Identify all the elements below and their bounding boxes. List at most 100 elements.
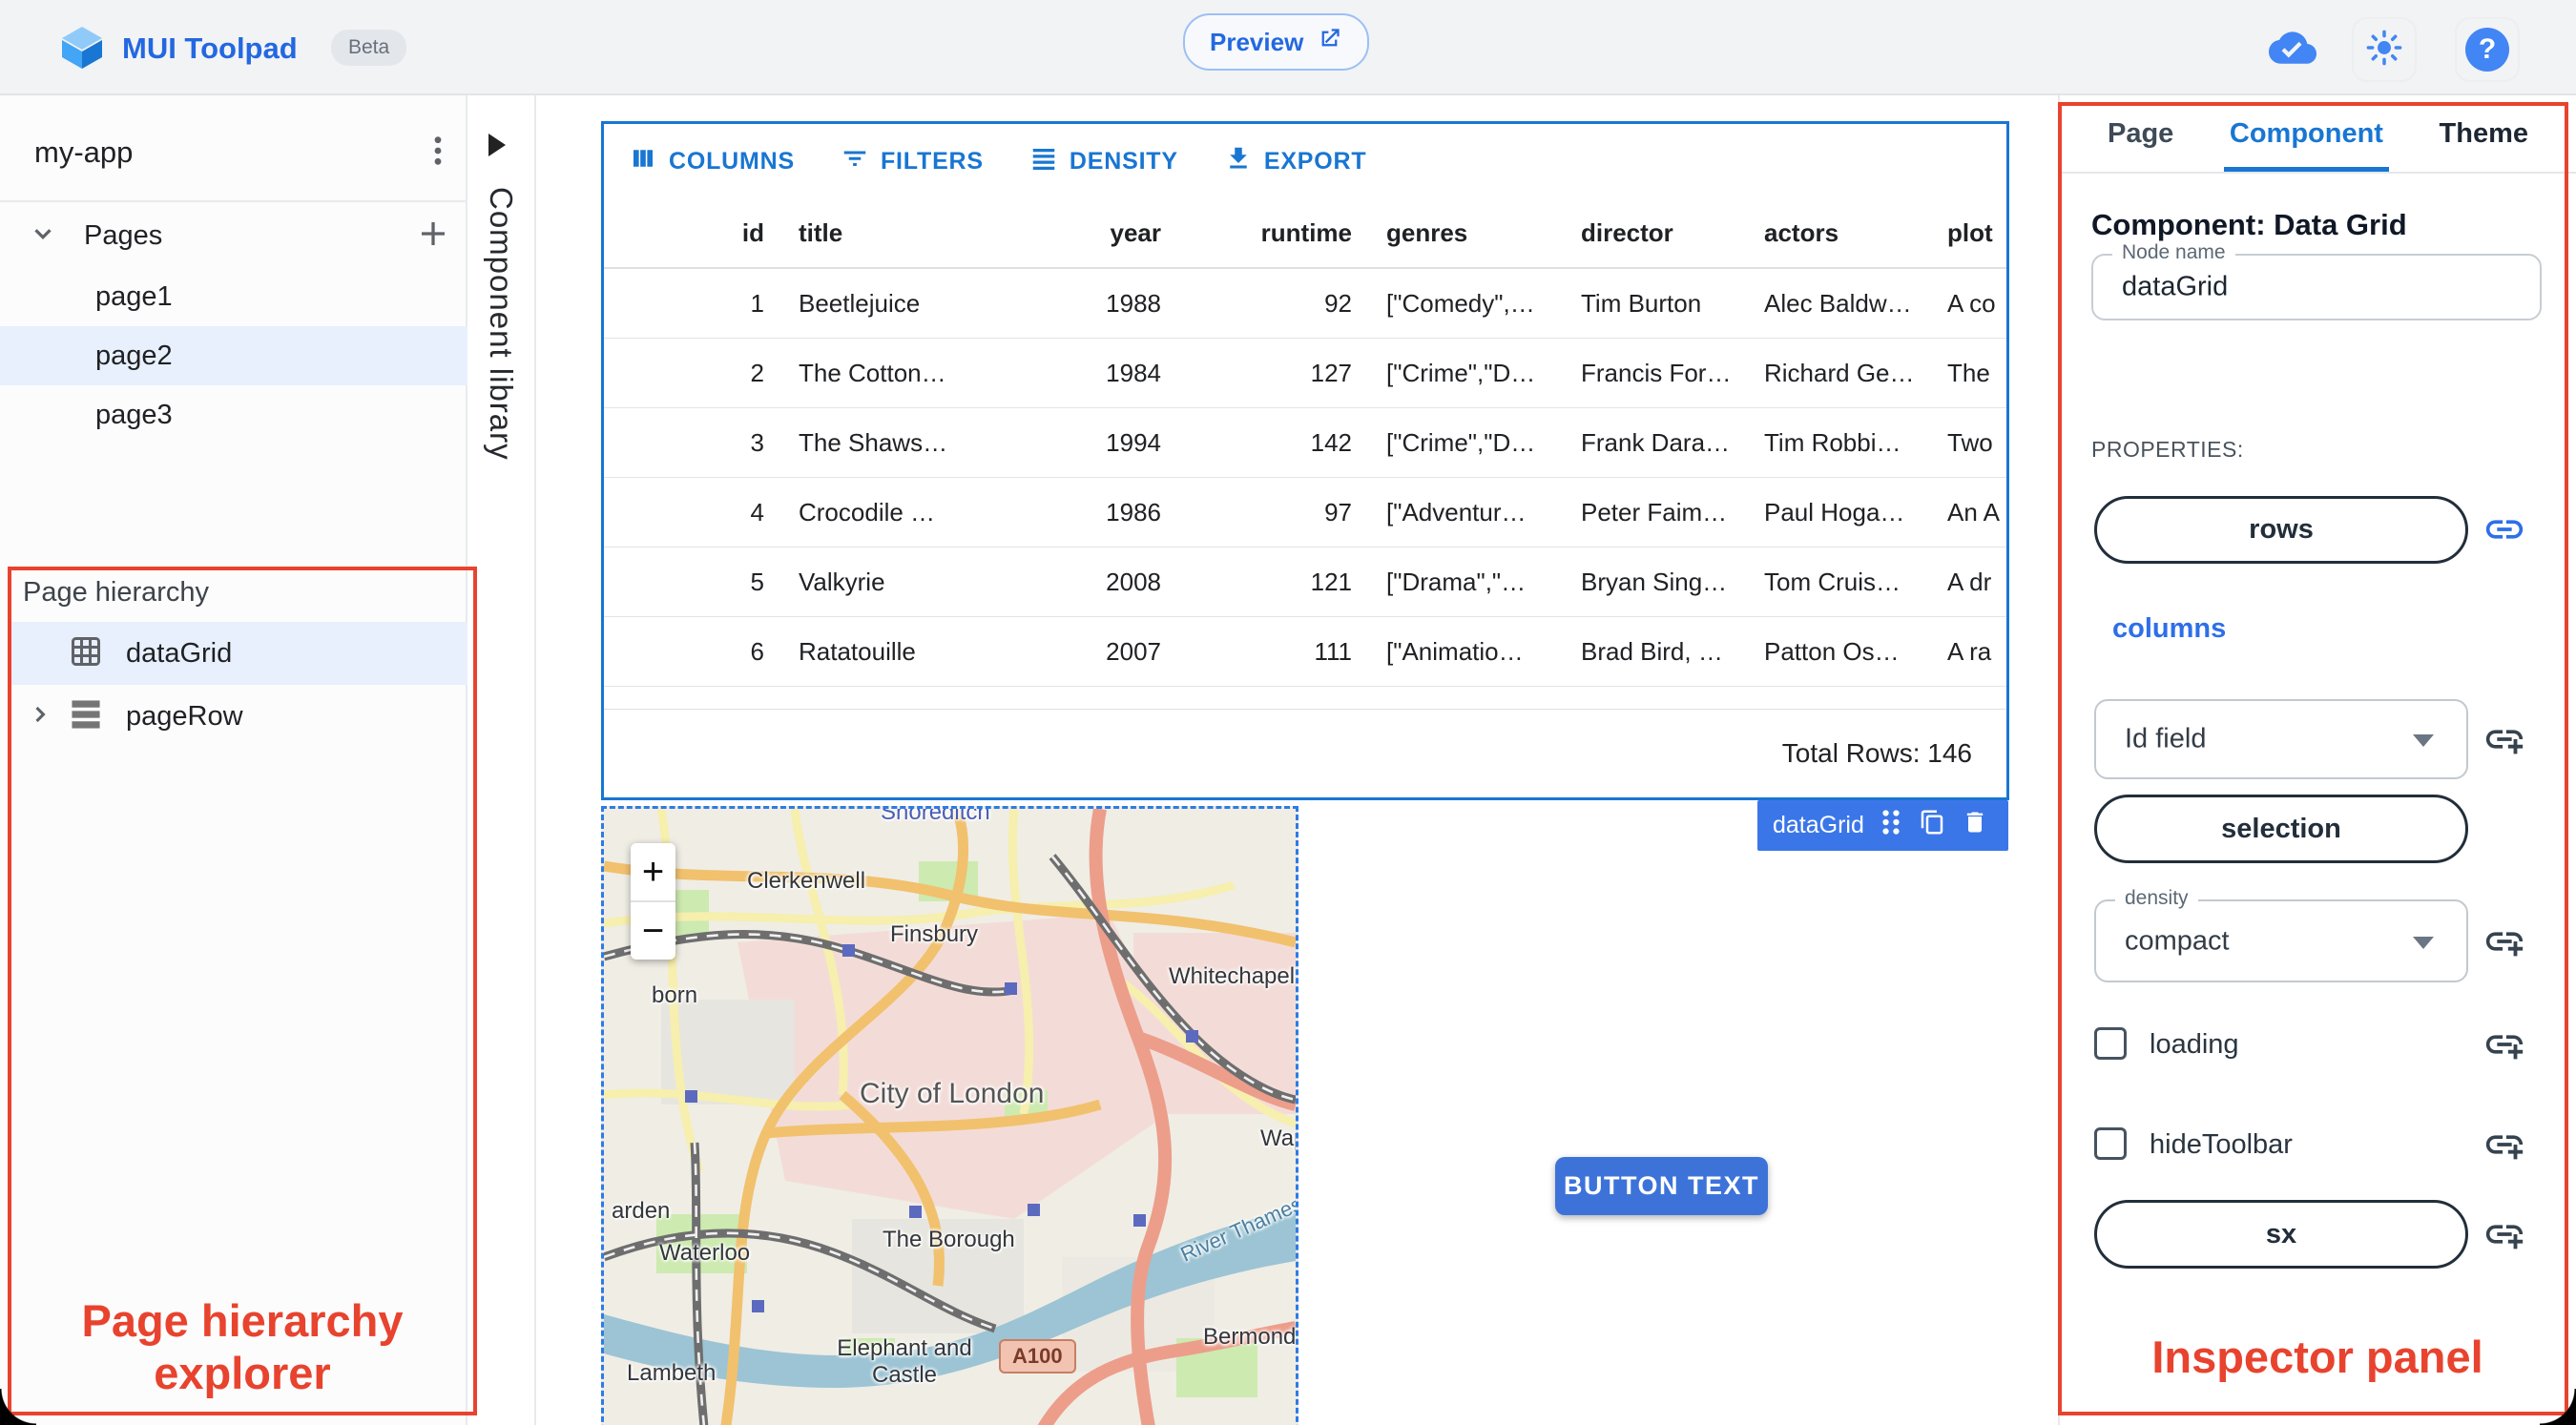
theme-toggle-button[interactable] (2352, 17, 2417, 82)
density-icon (1029, 144, 1058, 179)
cell: A dr (1947, 567, 1992, 596)
button-component[interactable]: BUTTON TEXT (1555, 1157, 1768, 1215)
rows-binding-link-icon[interactable] (2483, 507, 2526, 556)
cell: An A (1947, 497, 2000, 527)
app-sidebar: my-app Pages page1 page2 page3 (0, 95, 467, 1425)
table-row[interactable]: 4 Crocodile … 1986 97 ["Adventur… Peter … (604, 478, 2006, 547)
sidebar-item-page1[interactable]: page1 (0, 267, 467, 326)
page-item-label: page1 (95, 280, 173, 312)
hidetoolbar-add-binding-icon[interactable] (2483, 1123, 2526, 1171)
filters-button[interactable]: FILTERS (841, 144, 984, 179)
cell: Ratatouille (799, 636, 916, 666)
density-add-binding-icon[interactable] (2483, 919, 2526, 968)
cell: 2 (750, 358, 764, 387)
help-button[interactable]: ? (2455, 17, 2520, 82)
prop-columns-link[interactable]: columns (2112, 613, 2226, 645)
cell: 97 (1324, 497, 1352, 527)
cell: 2007 (1106, 636, 1161, 666)
column-header-plot[interactable]: plot (1930, 218, 2006, 248)
cell: 111 (1314, 636, 1352, 666)
hierarchy-item-datagrid[interactable]: dataGrid (10, 622, 467, 685)
tab-component[interactable]: Component (2223, 95, 2389, 172)
tab-page[interactable]: Page (2102, 95, 2179, 172)
prop-selection-button[interactable]: selection (2094, 795, 2468, 863)
cell: 6 (750, 636, 764, 666)
datagrid-table: id title year runtime genres director ac… (604, 198, 2006, 687)
delete-icon[interactable] (1962, 808, 1988, 843)
column-header-title[interactable]: title (781, 218, 1068, 248)
column-header-director[interactable]: director (1564, 218, 1747, 248)
cell: A ra (1947, 636, 1992, 666)
id-field-add-binding-icon[interactable] (2483, 717, 2526, 766)
node-name-field[interactable]: Node name dataGrid (2091, 241, 2542, 320)
app-menu-kebab-icon[interactable] (424, 134, 452, 172)
inspector-annotation-label: Inspector panel (2151, 1332, 2483, 1382)
cell: Brad Bird, … (1581, 636, 1723, 666)
sidebar-item-page2[interactable]: page2 (0, 326, 467, 385)
map-label-wapping: Wapping (1260, 1126, 1296, 1151)
prop-hidetoolbar-label: hideToolbar (2150, 1129, 2293, 1160)
cell: Beetlejuice (799, 288, 921, 318)
download-icon (1224, 144, 1253, 179)
duplicate-icon[interactable] (1918, 808, 1946, 843)
external-link-icon (1317, 26, 1342, 58)
prop-density-select[interactable]: density compact (2094, 887, 2468, 982)
cell: Bryan Sing… (1581, 567, 1728, 596)
column-header-runtime[interactable]: runtime (1178, 218, 1369, 248)
cell: Richard Ge… (1764, 358, 1915, 387)
data-grid-icon (69, 634, 103, 673)
datagrid-header-row[interactable]: id title year runtime genres director ac… (604, 198, 2006, 269)
column-header-year[interactable]: year (1068, 218, 1178, 248)
preview-button[interactable]: Preview (1183, 13, 1370, 71)
page-hierarchy-annotation-label: Page hierarchy explorer (81, 1295, 404, 1398)
zoom-in-button[interactable]: + (631, 843, 675, 902)
cell: ["Adventur… (1386, 497, 1527, 527)
cell: 1986 (1106, 497, 1161, 527)
prop-rows-button[interactable]: rows (2094, 496, 2468, 564)
map-label-shoreditch: Shoreditch (881, 806, 990, 825)
map-component[interactable]: Shoreditch Clerkenwell Finsbury Whitecha… (601, 806, 1298, 1425)
zoom-out-button[interactable]: − (631, 902, 675, 960)
cell: 142 (1310, 427, 1352, 457)
add-page-button[interactable] (416, 217, 450, 256)
expand-panel-icon[interactable] (488, 134, 506, 156)
prop-hidetoolbar-checkbox[interactable] (2094, 1127, 2127, 1160)
pages-section-header[interactable]: Pages (0, 208, 467, 263)
sidebar-divider (0, 200, 466, 202)
column-header-actors[interactable]: actors (1747, 218, 1930, 248)
prop-id-field-select[interactable]: Id field (2094, 699, 2468, 779)
loading-add-binding-icon[interactable] (2483, 1022, 2526, 1071)
prop-rows-label: rows (2249, 514, 2314, 545)
mui-toolpad-window: MUI Toolpad Beta Preview ? my-app Pages … (0, 0, 2576, 1425)
cell: 1988 (1106, 288, 1161, 318)
selection-chip[interactable]: dataGrid (1757, 800, 2008, 851)
density-button[interactable]: DENSITY (1029, 144, 1178, 179)
hierarchy-item-pagerow[interactable]: pageRow (10, 685, 467, 748)
sidebar-item-page3[interactable]: page3 (0, 385, 467, 444)
node-name-value: dataGrid (2122, 271, 2229, 302)
sx-add-binding-icon[interactable] (2483, 1212, 2526, 1261)
table-row[interactable]: 1 Beetlejuice 1988 92 ["Comedy",… Tim Bu… (604, 269, 2006, 339)
drag-handle-icon[interactable] (1880, 808, 1902, 843)
table-row[interactable]: 6 Ratatouille 2007 111 ["Animatio… Brad … (604, 617, 2006, 687)
datagrid-component[interactable]: COLUMNS FILTERS DENSITY EXPORT id title … (601, 121, 2009, 800)
table-row[interactable]: 2 The Cotton… 1984 127 ["Crime","D… Fran… (604, 339, 2006, 408)
column-header-id[interactable]: id (604, 218, 781, 248)
cell: The Cotton… (799, 358, 946, 387)
cell: Two (1947, 427, 1993, 457)
filter-list-icon (841, 144, 869, 179)
columns-button[interactable]: COLUMNS (629, 144, 795, 179)
cell: Tom Cruis… (1764, 567, 1901, 596)
export-button[interactable]: EXPORT (1224, 144, 1367, 179)
column-header-genres[interactable]: genres (1369, 218, 1564, 248)
export-button-label: EXPORT (1263, 147, 1367, 175)
chevron-right-icon[interactable] (27, 701, 53, 733)
component-library-panel[interactable]: Component library (467, 95, 536, 1425)
cell: ["Crime","D… (1386, 358, 1536, 387)
prop-sx-button[interactable]: sx (2094, 1200, 2468, 1269)
map-image (604, 809, 1296, 1425)
table-row[interactable]: 5 Valkyrie 2008 121 ["Drama","… Bryan Si… (604, 547, 2006, 617)
prop-loading-checkbox[interactable] (2094, 1027, 2127, 1060)
tab-theme[interactable]: Theme (2434, 95, 2534, 172)
table-row[interactable]: 3 The Shaws… 1994 142 ["Crime","D… Frank… (604, 408, 2006, 478)
